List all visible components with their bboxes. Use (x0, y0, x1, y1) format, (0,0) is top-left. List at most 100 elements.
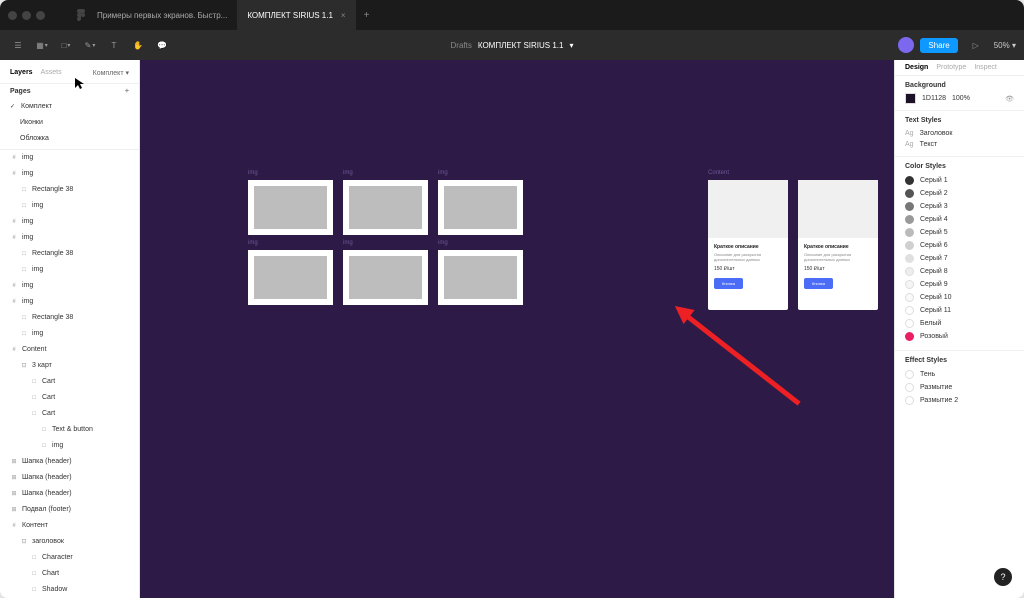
layer-item[interactable]: □Rectangle 38 (0, 246, 139, 262)
frame-img[interactable] (438, 180, 523, 235)
frame-label[interactable]: img (438, 240, 448, 246)
present-button[interactable]: ▷ (964, 33, 988, 57)
layer-item[interactable]: □Rectangle 38 (0, 182, 139, 198)
layer-item[interactable]: □img (0, 262, 139, 278)
frame-img[interactable] (248, 250, 333, 305)
comment-tool-button[interactable]: 💬 (150, 33, 174, 57)
color-style-item[interactable]: Белый (905, 317, 1014, 330)
frame-label[interactable]: img (438, 170, 448, 176)
tab-active[interactable]: КОМПЛЕКТ SIRIUS 1.1× (237, 0, 355, 30)
layer-item[interactable]: ⊞Шапка (header) (0, 470, 139, 486)
new-tab-button[interactable]: + (356, 10, 378, 21)
frame-img[interactable] (438, 250, 523, 305)
layer-item[interactable]: #img (0, 294, 139, 310)
frame-img[interactable] (343, 250, 428, 305)
bg-hex-value[interactable]: 1D1128 (922, 95, 946, 102)
card-button[interactable]: Кнопка (714, 278, 743, 289)
layer-item[interactable]: ⊞Подвал (footer) (0, 502, 139, 518)
layer-item[interactable]: □Cart (0, 390, 139, 406)
close-icon[interactable] (8, 11, 17, 20)
layer-item[interactable]: □Text & button (0, 422, 139, 438)
frame-label[interactable]: img (248, 170, 258, 176)
minimize-icon[interactable] (22, 11, 31, 20)
hand-tool-button[interactable]: ✋ (126, 33, 150, 57)
color-style-item[interactable]: Серый 11 (905, 304, 1014, 317)
design-tab[interactable]: Design (905, 64, 928, 71)
bg-opacity-value[interactable]: 100% (952, 95, 970, 102)
zoom-menu[interactable]: 50% ▾ (994, 41, 1016, 50)
layer-item[interactable]: □Character (0, 550, 139, 566)
card[interactable]: Краткое описание Описание для раскрытия … (798, 180, 878, 310)
color-style-item[interactable]: Серый 6 (905, 239, 1014, 252)
background-row[interactable]: 1D1128 100% 👁 (905, 93, 1014, 104)
layer-item[interactable]: #img (0, 166, 139, 182)
visibility-icon[interactable]: 👁 (1005, 95, 1014, 103)
layer-item[interactable]: □Rectangle 38 (0, 310, 139, 326)
layer-item[interactable]: #img (0, 278, 139, 294)
frame-tool-button[interactable]: ▦▾ (30, 33, 54, 57)
text-style-item[interactable]: Ag Текст (905, 139, 1014, 150)
layers-tab[interactable]: Layers (10, 69, 33, 76)
effect-style-item[interactable]: Размытие (905, 381, 1014, 394)
color-style-item[interactable]: Серый 7 (905, 252, 1014, 265)
frame-img[interactable] (248, 180, 333, 235)
layer-item[interactable]: □img (0, 438, 139, 454)
color-style-item[interactable]: Серый 3 (905, 200, 1014, 213)
share-button[interactable]: Share (920, 38, 957, 53)
color-style-item[interactable]: Серый 4 (905, 213, 1014, 226)
layer-item[interactable]: #img (0, 230, 139, 246)
layer-item[interactable]: □Cart (0, 406, 139, 422)
menu-button[interactable]: ☰ (6, 33, 30, 57)
layer-item[interactable]: □img (0, 198, 139, 214)
color-style-item[interactable]: Оранжевый (905, 343, 1014, 344)
traffic-lights[interactable] (8, 11, 45, 20)
page-item[interactable]: Обложка (0, 131, 139, 147)
layer-item[interactable]: #img (0, 214, 139, 230)
effect-style-item[interactable]: Размытие 2 (905, 394, 1014, 407)
text-style-item[interactable]: Ag Заголовок (905, 128, 1014, 139)
color-style-item[interactable]: Серый 9 (905, 278, 1014, 291)
layer-item[interactable]: #Контент (0, 518, 139, 534)
layer-item[interactable]: #img (0, 150, 139, 166)
frame-label[interactable]: img (248, 240, 258, 246)
card-button[interactable]: Кнопка (804, 278, 833, 289)
effect-style-item[interactable]: Тень (905, 368, 1014, 381)
maximize-icon[interactable] (36, 11, 45, 20)
close-tab-icon[interactable]: × (341, 11, 346, 20)
pen-tool-button[interactable]: ✎▾ (78, 33, 102, 57)
user-avatar[interactable] (898, 37, 914, 53)
color-style-item[interactable]: Серый 2 (905, 187, 1014, 200)
color-style-item[interactable]: Серый 1 (905, 174, 1014, 187)
assets-tab[interactable]: Assets (41, 69, 62, 76)
color-swatch[interactable] (905, 93, 916, 104)
layer-item[interactable]: ⊞Шапка (header) (0, 454, 139, 470)
text-tool-button[interactable]: T (102, 33, 126, 57)
page-dropdown[interactable]: Комплект ▾ (93, 69, 129, 77)
layer-item[interactable]: ⊡заголовок (0, 534, 139, 550)
layer-item[interactable]: ⊞Шапка (header) (0, 486, 139, 502)
layer-item[interactable]: #Content (0, 342, 139, 358)
frame-img[interactable] (343, 180, 428, 235)
layer-item[interactable]: ⊡3 карт (0, 358, 139, 374)
frame-label[interactable]: Content (708, 170, 729, 176)
add-page-button[interactable]: + (125, 88, 129, 95)
frame-label[interactable]: img (343, 240, 353, 246)
page-item[interactable]: Комплект (0, 99, 139, 115)
layer-item[interactable]: □Cart (0, 374, 139, 390)
color-style-item[interactable]: Серый 10 (905, 291, 1014, 304)
help-button[interactable]: ? (994, 568, 1012, 586)
document-title[interactable]: Drafts КОМПЛЕКТ SIRIUS 1.1 ▾ (451, 41, 574, 50)
prototype-tab[interactable]: Prototype (936, 64, 966, 71)
frame-label[interactable]: img (343, 170, 353, 176)
color-style-item[interactable]: Серый 8 (905, 265, 1014, 278)
card[interactable]: Краткое описание Описание для раскрытия … (708, 180, 788, 310)
color-style-item[interactable]: Серый 5 (905, 226, 1014, 239)
canvas[interactable]: img img img img img img Content Краткое … (140, 60, 894, 598)
inspect-tab[interactable]: Inspect (974, 64, 997, 71)
layer-item[interactable]: □Shadow (0, 582, 139, 598)
page-item[interactable]: Иконки (0, 115, 139, 131)
shape-tool-button[interactable]: □▾ (54, 33, 78, 57)
tab-inactive[interactable]: Примеры первых экранов. Быстр... (87, 0, 237, 30)
layer-item[interactable]: □img (0, 326, 139, 342)
color-style-item[interactable]: Розовый (905, 330, 1014, 343)
